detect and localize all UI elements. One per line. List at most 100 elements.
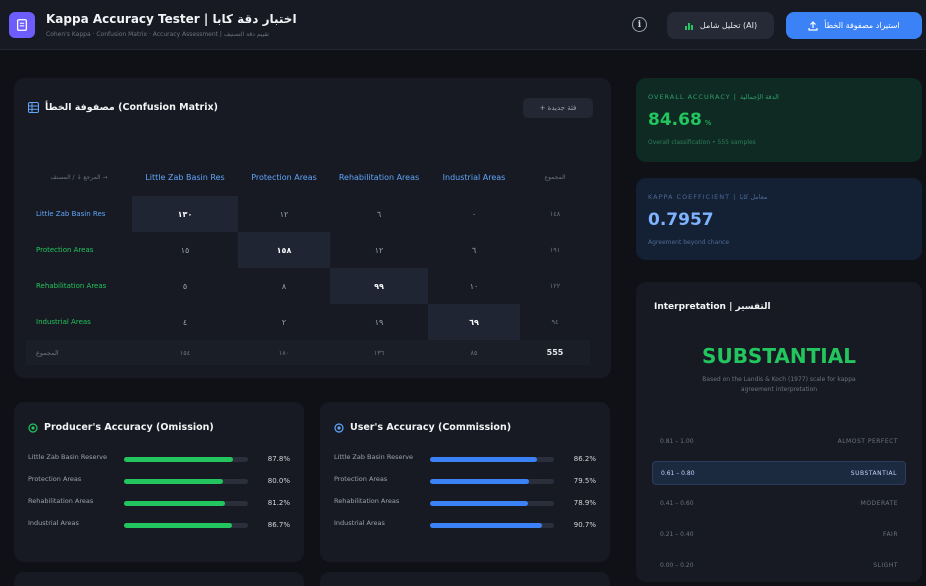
grand-total: 555 (520, 340, 590, 365)
import-matrix-button[interactable]: استيراد مصفوفة الخطأ (786, 12, 922, 39)
scale-row: 0.61 – 0.80 SUBSTANTIAL (652, 461, 906, 485)
matrix-corner-label: المرجع ↓ / المصنف → (50, 173, 108, 181)
kappa-value: 0.7957 (648, 210, 714, 230)
accuracy-row: Rehabilitation Areas 81.2% (28, 494, 290, 514)
matrix-cell[interactable]: ٩٩ (330, 268, 428, 304)
add-class-button[interactable]: + فئة جديدة (523, 98, 593, 118)
overall-accuracy-value: 84.68% (648, 110, 711, 130)
scale-level: ALMOST PERFECT (837, 438, 898, 445)
interpretation-title: Interpretation | التفسير (654, 302, 771, 312)
accuracy-value: 86.2% (573, 455, 596, 463)
accuracy-class-label: Industrial Areas (28, 519, 79, 527)
accuracy-bar-fill (430, 523, 543, 528)
matrix-cell[interactable]: ١٣٠ (132, 196, 238, 232)
chart-icon (684, 22, 693, 30)
accuracy-bar-track (430, 457, 554, 462)
column-total: ١٣٦ (330, 340, 428, 365)
scale-level: SLIGHT (873, 562, 898, 569)
app-logo (9, 12, 35, 38)
matrix-cell[interactable]: ٥ (132, 268, 238, 304)
accuracy-value: 90.7% (573, 521, 596, 529)
column-header: Industrial Areas (442, 172, 506, 182)
scale-range: 0.00 – 0.20 (660, 562, 694, 569)
matrix-cell[interactable]: ٠ (428, 196, 520, 232)
kappa-note: Agreement beyond chance (648, 239, 730, 246)
info-icon[interactable]: i (632, 17, 647, 32)
import-matrix-label: استيراد مصفوفة الخطأ (824, 21, 900, 30)
scale-row: 0.21 – 0.40 FAIR (652, 523, 906, 547)
matrix-cell[interactable]: ١٠ (428, 268, 520, 304)
interpretation-level: SUBSTANTIAL (702, 344, 856, 368)
column-header: Rehabilitation Areas (338, 172, 420, 182)
accuracy-row: Industrial Areas 86.7% (28, 516, 290, 536)
producers-title: Producer's Accuracy (Omission) (28, 422, 214, 433)
row-header: Protection Areas (36, 246, 94, 254)
ai-analysis-button[interactable]: تحليل شامل (AI) (667, 12, 774, 39)
accuracy-bar-fill (430, 457, 537, 462)
row-total: ١٩١ (549, 246, 561, 254)
matrix-cell[interactable]: ١٢ (330, 232, 428, 268)
users-title: User's Accuracy (Commission) (334, 422, 511, 433)
accuracy-bar-fill (430, 479, 529, 484)
matrix-cell[interactable]: ٦٩ (428, 304, 520, 340)
matrix-cell[interactable]: ١٥ (132, 232, 238, 268)
matrix-cell[interactable]: ١٩ (330, 304, 428, 340)
accuracy-bar-track (430, 479, 554, 484)
accuracy-row: Protection Areas 80.0% (28, 472, 290, 492)
accuracy-bar-fill (124, 501, 225, 506)
producers-title-text: Producer's Accuracy (Omission) (44, 422, 214, 433)
accuracy-bar-fill (124, 523, 232, 528)
matrix-cell[interactable]: ٤ (132, 304, 238, 340)
target-icon (28, 422, 38, 433)
column-header: Little Zab Basin Res (145, 172, 225, 182)
scale-level: SUBSTANTIAL (850, 470, 897, 477)
kappa-label: KAPPA COEFFICIENT | معامل كابا (648, 193, 768, 201)
document-icon (16, 19, 28, 31)
scale-row: 0.41 – 0.60 MODERATE (652, 492, 906, 516)
accuracy-row: Industrial Areas 90.7% (334, 516, 596, 536)
kappa-card: KAPPA COEFFICIENT | معامل كابا 0.7957 Ag… (636, 178, 922, 260)
users-accuracy-panel: User's Accuracy (Commission) Little Zab … (320, 402, 610, 562)
producers-accuracy-panel: Producer's Accuracy (Omission) Little Za… (14, 402, 304, 562)
matrix-cell[interactable]: ٦ (330, 196, 428, 232)
accuracy-bar-fill (430, 501, 528, 506)
matrix-cell[interactable]: ١٢ (238, 196, 330, 232)
matrix-cell[interactable]: ٢ (238, 304, 330, 340)
interpretation-description: Based on the Landis & Koch (1977) scale … (702, 376, 856, 393)
row-total: ١٤٨ (549, 210, 561, 218)
accuracy-value: 87.8% (267, 455, 290, 463)
overall-accuracy-number: 84.68 (648, 110, 702, 130)
accuracy-row: Little Zab Basin Reserve 86.2% (334, 450, 596, 470)
scale-level: FAIR (883, 531, 898, 538)
interpretation-panel: Interpretation | التفسير SUBSTANTIAL Bas… (636, 282, 922, 582)
overall-accuracy-card: OVERALL ACCURACY | الدقة الإجمالية 84.68… (636, 78, 922, 162)
row-total: ١٢٢ (549, 282, 561, 290)
accuracy-value: 79.5% (573, 477, 596, 485)
accuracy-bar-fill (124, 479, 224, 484)
scale-row: 0.81 – 1.00 ALMOST PERFECT (652, 430, 906, 454)
confusion-matrix-table: المرجع ↓ / المصنف → Little Zab Basin Res… (26, 158, 590, 365)
app-title: Kappa Accuracy Tester | اختبار دقة كابا (46, 12, 297, 26)
confusion-matrix-panel: مصفوفة الخطأ (Confusion Matrix) + فئة جد… (14, 78, 611, 378)
accuracy-bar-track (124, 457, 248, 462)
column-total: ٨٥ (428, 340, 520, 365)
matrix-cell[interactable]: ٨ (238, 268, 330, 304)
matrix-cell[interactable]: ٦ (428, 232, 520, 268)
scale-range: 0.21 – 0.40 (660, 531, 694, 538)
accuracy-class-label: Protection Areas (28, 475, 82, 483)
scale-range: 0.81 – 1.00 (660, 438, 694, 445)
scale-row: 0.00 – 0.20 SLIGHT (652, 554, 906, 578)
row-header: Rehabilitation Areas (36, 282, 107, 290)
accuracy-row: Rehabilitation Areas 78.9% (334, 494, 596, 514)
accuracy-row: Protection Areas 79.5% (334, 472, 596, 492)
accuracy-value: 78.9% (573, 499, 596, 507)
ai-analysis-label: تحليل شامل (AI) (699, 21, 758, 30)
users-title-text: User's Accuracy (Commission) (350, 422, 512, 433)
accuracy-bar-track (430, 523, 554, 528)
column-header: Protection Areas (251, 172, 317, 182)
matrix-cell[interactable]: ١٥٨ (238, 232, 330, 268)
row-header: Little Zab Basin Res (36, 210, 106, 218)
scale-range: 0.41 – 0.60 (660, 500, 694, 507)
accuracy-value: 86.7% (267, 521, 290, 529)
row-total-header: المجموع (544, 173, 566, 181)
